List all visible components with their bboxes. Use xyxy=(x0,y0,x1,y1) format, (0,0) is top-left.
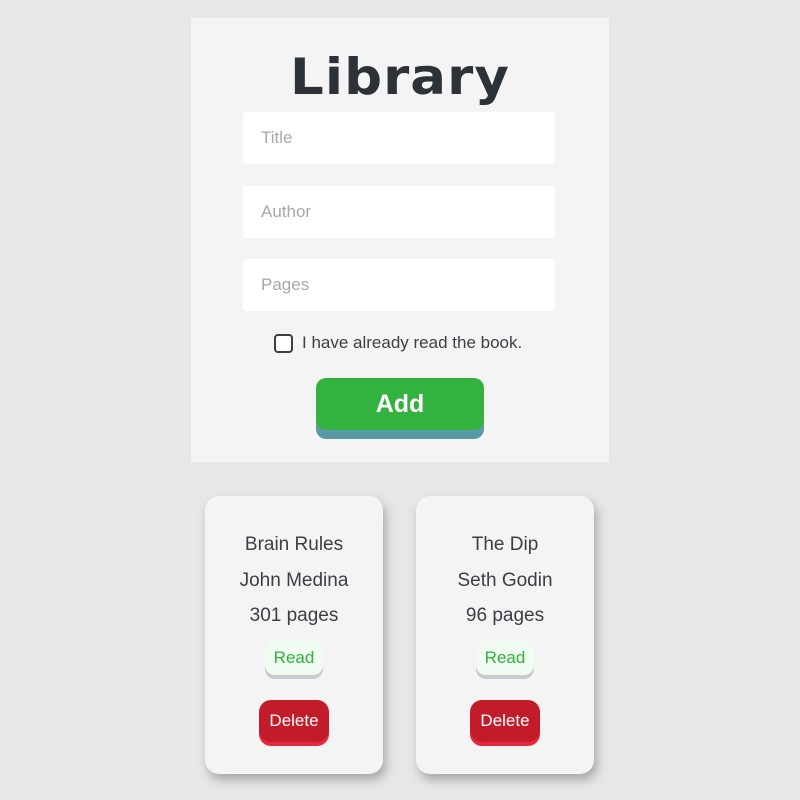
book-pages: 96 pages xyxy=(465,605,545,626)
read-status-button[interactable]: Read xyxy=(265,641,323,675)
book-pages: 301 pages xyxy=(249,605,339,626)
book-author: John Medina xyxy=(239,570,349,591)
page-title: Library xyxy=(290,48,510,106)
book-author: Seth Godin xyxy=(457,570,553,591)
book-card: The Dip Seth Godin 96 pages Read Delete xyxy=(416,496,594,774)
delete-button[interactable]: Delete xyxy=(470,700,540,742)
read-checkbox-label: I have already read the book. xyxy=(302,333,523,352)
read-checkbox-row: I have already read the book. xyxy=(274,333,522,353)
read-checkbox[interactable] xyxy=(274,333,293,353)
library-page: Library I have already read the book. Ad… xyxy=(0,0,800,800)
book-title: The Dip xyxy=(471,534,539,555)
delete-button[interactable]: Delete xyxy=(259,700,329,742)
read-status-button[interactable]: Read xyxy=(476,641,534,675)
book-card: Brain Rules John Medina 301 pages Read D… xyxy=(205,496,383,774)
book-title: Brain Rules xyxy=(244,534,344,555)
pages-input[interactable] xyxy=(243,259,555,311)
author-input[interactable] xyxy=(243,186,555,238)
title-input[interactable] xyxy=(243,112,555,164)
add-button[interactable]: Add xyxy=(316,378,484,430)
add-book-form: Library I have already read the book. Ad… xyxy=(191,18,609,462)
